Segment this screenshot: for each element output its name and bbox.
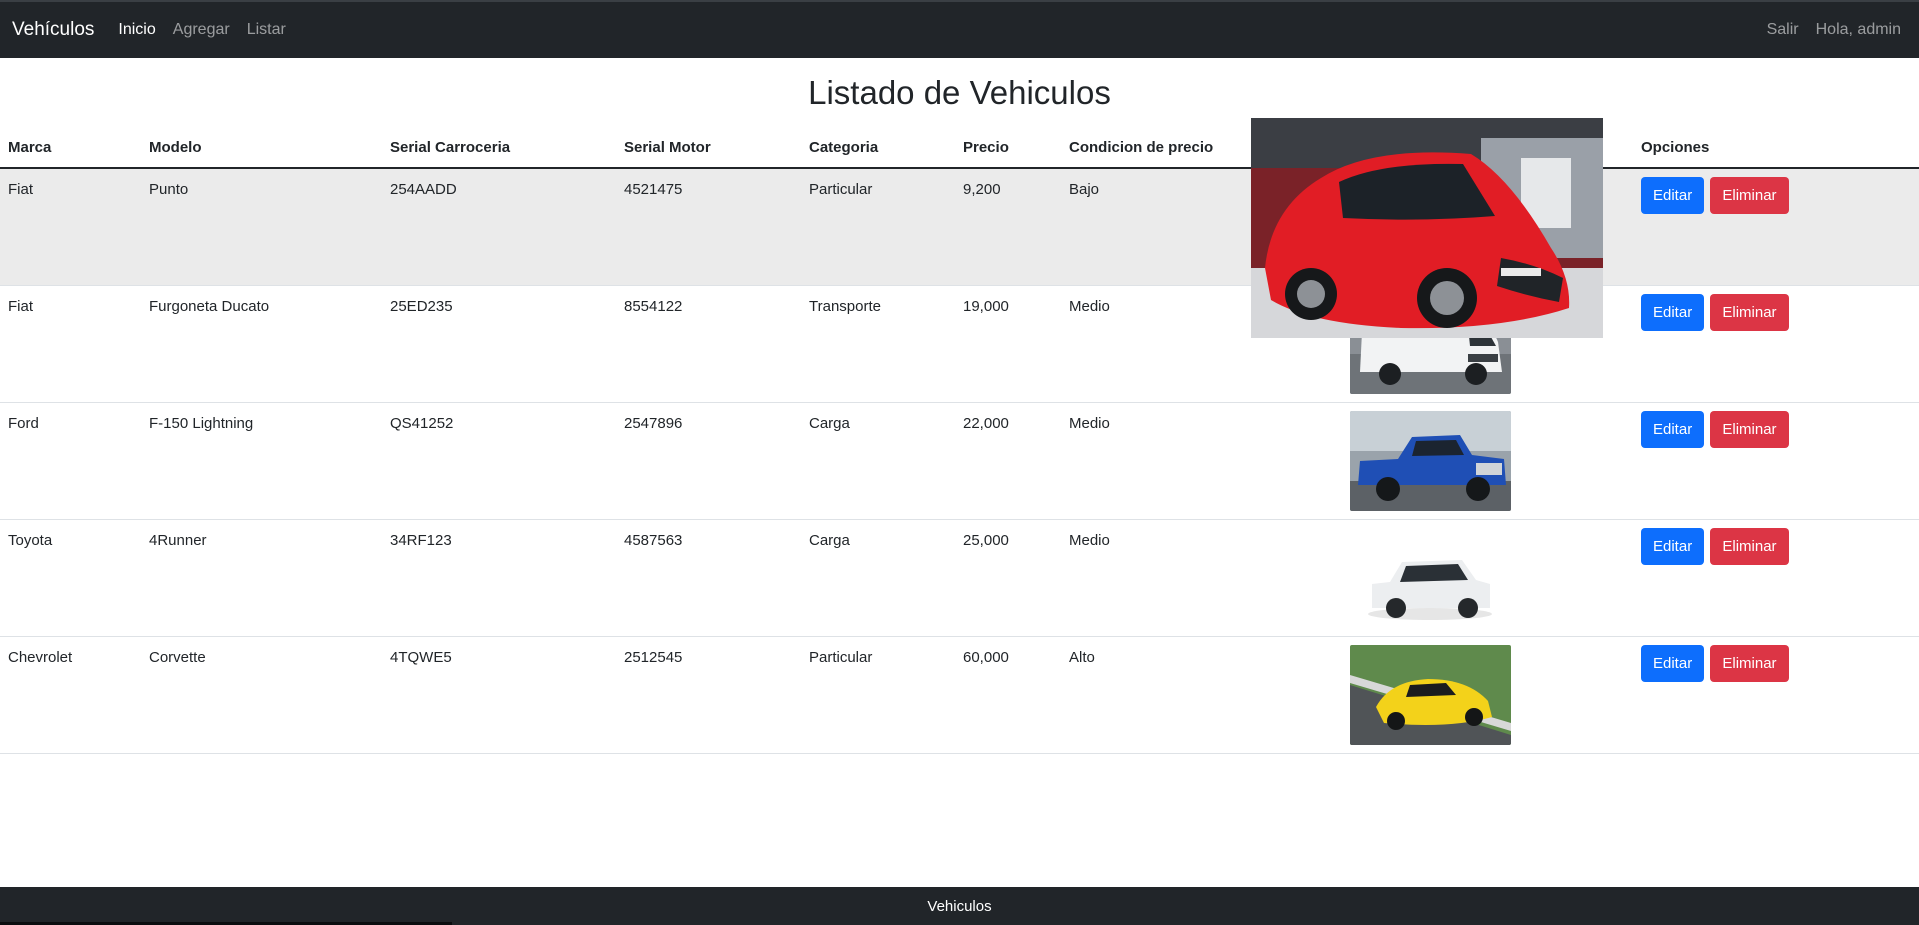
cell-modelo: 4Runner [141, 519, 382, 637]
cell-categoria: Carga [801, 402, 955, 520]
nav-link-inicio[interactable]: Inicio [118, 21, 155, 39]
cell-motor: 2547896 [616, 402, 801, 520]
cell-carroceria: 34RF123 [382, 519, 616, 637]
delete-button[interactable]: Eliminar [1710, 177, 1789, 214]
cell-opciones: Editar Eliminar [1633, 636, 1919, 754]
cell-modelo: F-150 Lightning [141, 402, 382, 520]
table-row[interactable]: Fiat Furgoneta Ducato 25ED235 8554122 Tr… [0, 285, 1919, 403]
white-suv-photo[interactable] [1350, 527, 1511, 628]
cell-carroceria: 4TQWE5 [382, 636, 616, 754]
cell-precio: 60,000 [955, 636, 1061, 754]
delete-button[interactable]: Eliminar [1710, 293, 1789, 331]
edit-button[interactable]: Editar [1641, 293, 1705, 331]
delete-button[interactable]: Eliminar [1710, 527, 1789, 565]
cell-imagen [1247, 402, 1633, 520]
cell-precio: 9,200 [955, 168, 1061, 286]
header-serial-carroceria: Serial Carroceria [382, 128, 616, 169]
cell-motor: 2512545 [616, 636, 801, 754]
cell-opciones: Editar Eliminar [1633, 285, 1919, 403]
cell-carroceria: 254AADD [382, 168, 616, 286]
delete-button[interactable]: Eliminar [1710, 410, 1789, 448]
table-row[interactable]: Toyota 4Runner 34RF123 4587563 Carga 25,… [0, 519, 1919, 637]
edit-button[interactable]: Editar [1641, 410, 1705, 448]
yellow-sports-car-photo[interactable] [1350, 644, 1511, 745]
cell-motor: 4587563 [616, 519, 801, 637]
cell-opciones: Editar Eliminar [1633, 168, 1919, 286]
footer-text: Vehiculos [927, 897, 992, 915]
logout-link[interactable]: Salir [1767, 21, 1799, 39]
navbar-brand[interactable]: Vehículos [12, 19, 94, 41]
cell-opciones: Editar Eliminar [1633, 519, 1919, 637]
cell-categoria: Carga [801, 519, 955, 637]
cell-marca: Toyota [0, 519, 141, 637]
delete-button[interactable]: Eliminar [1710, 644, 1789, 682]
cell-imagen [1247, 636, 1633, 754]
header-serial-motor: Serial Motor [616, 128, 801, 169]
cell-condicion: Medio [1061, 519, 1247, 637]
header-opciones: Opciones [1633, 128, 1919, 169]
cell-marca: Ford [0, 402, 141, 520]
navbar: Vehículos Inicio Agregar Listar Salir Ho… [0, 0, 1919, 58]
edit-button[interactable]: Editar [1641, 177, 1705, 214]
cell-condicion: Medio [1061, 285, 1247, 403]
user-greeting[interactable]: Hola, admin [1816, 21, 1901, 39]
table-row[interactable]: Ford F-150 Lightning QS41252 2547896 Car… [0, 402, 1919, 520]
cell-motor: 8554122 [616, 285, 801, 403]
table-row[interactable]: Fiat Punto 254AADD 4521475 Particular 9,… [0, 168, 1919, 286]
cell-condicion: Bajo [1061, 168, 1247, 286]
header-modelo: Modelo [141, 128, 382, 169]
table-row[interactable]: Chevrolet Corvette 4TQWE5 2512545 Partic… [0, 636, 1919, 754]
cell-marca: Fiat [0, 285, 141, 403]
cell-modelo: Punto [141, 168, 382, 286]
cell-precio: 22,000 [955, 402, 1061, 520]
cell-modelo: Corvette [141, 636, 382, 754]
cell-condicion: Medio [1061, 402, 1247, 520]
cell-condicion: Alto [1061, 636, 1247, 754]
cell-marca: Chevrolet [0, 636, 141, 754]
edit-button[interactable]: Editar [1641, 644, 1705, 682]
cell-categoria: Particular [801, 168, 955, 286]
cell-imagen [1247, 519, 1633, 637]
cell-precio: 25,000 [955, 519, 1061, 637]
header-condicion: Condicion de precio [1061, 128, 1247, 169]
vehicles-table: Marca Modelo Serial Carroceria Serial Mo… [0, 128, 1919, 754]
header-marca: Marca [0, 128, 141, 169]
table-header-row: Marca Modelo Serial Carroceria Serial Mo… [0, 128, 1919, 169]
cell-modelo: Furgoneta Ducato [141, 285, 382, 403]
cell-categoria: Transporte [801, 285, 955, 403]
page-title: Listado de Vehiculos [808, 74, 1111, 111]
cell-opciones: Editar Eliminar [1633, 402, 1919, 520]
navbar-right: Salir Hola, admin [1750, 21, 1901, 39]
cell-carroceria: QS41252 [382, 402, 616, 520]
cell-motor: 4521475 [616, 168, 801, 286]
footer: Vehiculos [0, 887, 1919, 925]
header-precio: Precio [955, 128, 1061, 169]
red-hatchback-car-photo[interactable] [1251, 118, 1603, 338]
cell-marca: Fiat [0, 168, 141, 286]
blue-pickup-truck-photo[interactable] [1350, 410, 1511, 511]
cell-carroceria: 25ED235 [382, 285, 616, 403]
edit-button[interactable]: Editar [1641, 527, 1705, 565]
nav-link-agregar[interactable]: Agregar [173, 21, 230, 39]
cell-precio: 19,000 [955, 285, 1061, 403]
nav-link-listar[interactable]: Listar [247, 21, 286, 39]
cell-categoria: Particular [801, 636, 955, 754]
header-categoria: Categoria [801, 128, 955, 169]
